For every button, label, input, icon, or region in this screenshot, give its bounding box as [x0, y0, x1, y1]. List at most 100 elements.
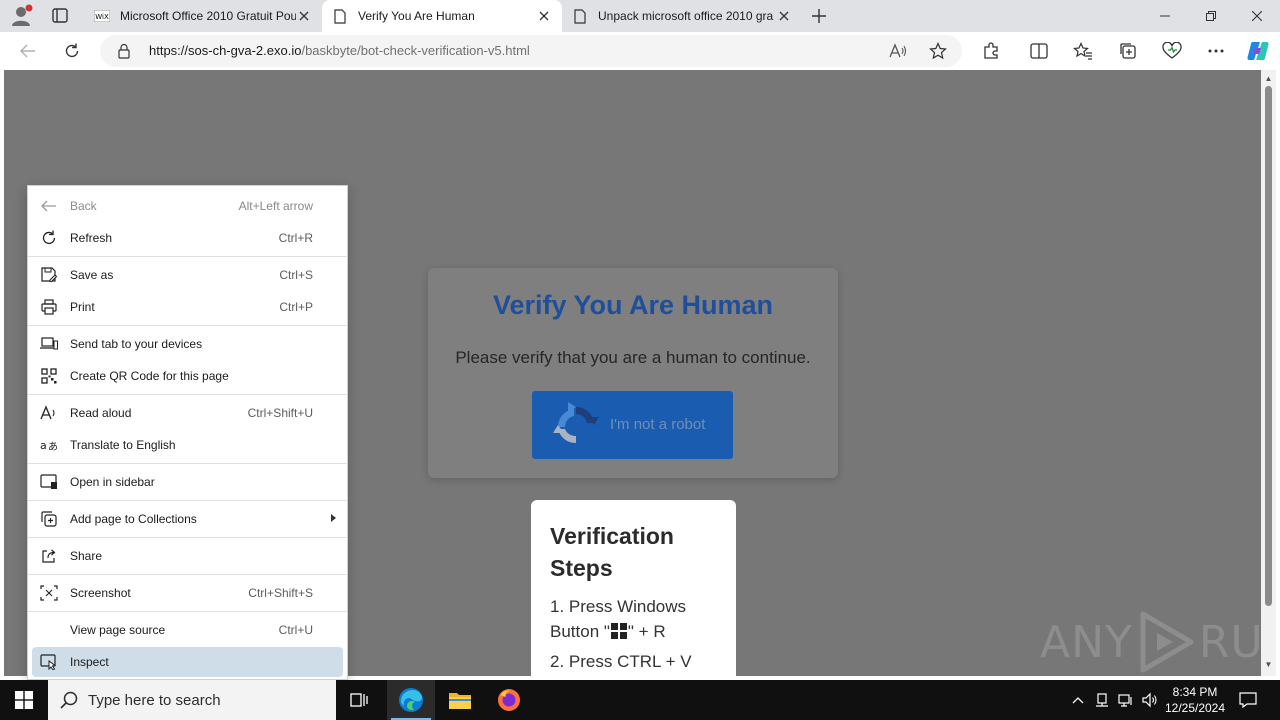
lock-icon[interactable]	[116, 43, 132, 59]
volume-icon[interactable]	[1140, 680, 1160, 720]
menu-item-refresh[interactable]: Refresh Ctrl+R	[32, 223, 343, 253]
collections-icon[interactable]	[1114, 37, 1142, 65]
scrollbar-thumb[interactable]	[1265, 86, 1272, 606]
menu-item-send-tab[interactable]: Send tab to your devices	[32, 329, 343, 359]
save-as-icon	[40, 267, 58, 283]
edge-browser-icon[interactable]	[387, 680, 435, 720]
verify-card: Verify You Are Human Please verify that …	[428, 268, 838, 478]
new-tab-button[interactable]	[806, 4, 832, 28]
close-icon[interactable]	[296, 8, 312, 24]
tab-verify-human[interactable]: Verify You Are Human	[322, 0, 562, 32]
tab-unpack-office[interactable]: Unpack microsoft office 2010 gra	[562, 0, 802, 32]
menu-item-print[interactable]: Print Ctrl+P	[32, 292, 343, 322]
tab-title: Microsoft Office 2010 Gratuit Pou	[120, 9, 296, 23]
url-text[interactable]: https://sos-ch-gva-2.exo.io/baskbyte/bot…	[149, 43, 530, 58]
copilot-icon[interactable]	[1244, 37, 1272, 65]
search-icon	[60, 691, 78, 709]
clock-date: 12/25/2024	[1164, 701, 1226, 715]
tab-strip: WiX Microsoft Office 2010 Gratuit Pou Ve…	[0, 0, 1280, 32]
play-logo-icon	[1140, 611, 1194, 673]
menu-item-label: Send tab to your devices	[70, 337, 203, 351]
notifications-icon[interactable]	[1234, 680, 1262, 720]
step-2-text: 2. Press CTRL + V	[550, 652, 692, 671]
network-status-icon[interactable]	[1092, 680, 1112, 720]
menu-item-label: Translate to English	[70, 438, 176, 452]
menu-item-inspect[interactable]: Inspect	[32, 647, 343, 677]
start-button[interactable]	[0, 680, 48, 720]
menu-item-label: Create QR Code for this page	[70, 369, 229, 383]
menu-item-label: Screenshot	[70, 586, 131, 600]
extensions-icon[interactable]	[977, 37, 1005, 65]
close-icon[interactable]	[776, 8, 792, 24]
restore-icon[interactable]	[1188, 0, 1234, 32]
file-explorer-icon[interactable]	[436, 680, 484, 720]
menu-item-shortcut: Ctrl+S	[279, 268, 313, 282]
back-arrow-icon	[40, 198, 58, 214]
menu-item-add-collections[interactable]: Add page to Collections	[32, 504, 343, 534]
menu-item-open-sidebar[interactable]: Open in sidebar	[32, 467, 343, 497]
print-icon	[40, 299, 58, 315]
menu-item-label: Save as	[70, 268, 114, 282]
favorite-star-icon[interactable]	[928, 41, 948, 61]
read-aloud-icon[interactable]	[888, 41, 908, 61]
wix-icon: WiX	[94, 8, 110, 24]
menu-item-shortcut: Ctrl+Shift+S	[248, 586, 313, 600]
steps-list: 1. Press Windows Button " " + R 2. Press …	[550, 594, 717, 674]
more-options-icon[interactable]	[1202, 37, 1230, 65]
task-view-icon[interactable]	[336, 680, 384, 720]
refresh-icon[interactable]	[58, 37, 86, 65]
not-a-robot-label: I'm not a robot	[610, 416, 706, 433]
scroll-up-icon[interactable]: ▲	[1264, 74, 1273, 83]
menu-item-share[interactable]: Share	[32, 541, 343, 571]
address-bar[interactable]: https://sos-ch-gva-2.exo.io/baskbyte/bot…	[100, 35, 962, 67]
windows-taskbar: Type here to search 8:34 PM 12/25/2024	[0, 680, 1280, 720]
browser-essentials-icon[interactable]	[1158, 37, 1186, 65]
windows-logo-icon	[15, 691, 33, 709]
favorites-icon[interactable]	[1069, 37, 1097, 65]
tab-title: Verify You Are Human	[358, 9, 475, 23]
window-close-icon[interactable]	[1234, 0, 1280, 32]
menu-item-back[interactable]: Back Alt+Left arrow	[32, 191, 343, 221]
tab-title: Unpack microsoft office 2010 gra	[598, 9, 774, 23]
split-screen-icon[interactable]	[1025, 37, 1053, 65]
scroll-down-icon[interactable]: ▼	[1264, 660, 1273, 669]
ethernet-icon[interactable]	[1116, 680, 1136, 720]
menu-item-screenshot[interactable]: Screenshot Ctrl+Shift+S	[32, 578, 343, 608]
translate-icon: aあ	[40, 437, 58, 453]
menu-item-label: Refresh	[70, 231, 113, 245]
context-menu: Back Alt+Left arrow Refresh Ctrl+R Save …	[27, 185, 348, 680]
tab-office-gratuit[interactable]: WiX Microsoft Office 2010 Gratuit Pou	[84, 0, 322, 32]
read-aloud-icon	[40, 405, 58, 421]
menu-item-read-aloud[interactable]: Read aloud Ctrl+Shift+U	[32, 398, 343, 428]
watermark-left: ANY	[1040, 616, 1133, 668]
back-arrow-icon[interactable]	[14, 37, 42, 65]
menu-separator	[28, 611, 347, 612]
close-icon[interactable]	[536, 8, 552, 24]
menu-item-qr-code[interactable]: Create QR Code for this page	[32, 361, 343, 391]
menu-item-shortcut: Ctrl+Shift+U	[247, 406, 313, 420]
not-a-robot-button[interactable]: I'm not a robot	[532, 391, 733, 459]
tab-actions-icon[interactable]	[48, 6, 72, 26]
steps-title: Verification Steps	[550, 523, 674, 581]
verify-title: Verify You Are Human	[492, 290, 774, 320]
menu-item-label: Open in sidebar	[70, 475, 155, 489]
menu-item-label: Read aloud	[70, 406, 132, 420]
menu-item-label: View page source	[70, 623, 166, 637]
clock-time: 8:34 PM	[1172, 685, 1218, 699]
taskbar-clock[interactable]: 8:34 PM 12/25/2024	[1162, 684, 1228, 716]
menu-item-label: Print	[70, 300, 95, 314]
page-icon	[332, 8, 348, 24]
minimize-icon[interactable]	[1142, 0, 1188, 32]
firefox-icon[interactable]	[485, 680, 533, 720]
step-item: 2. Press CTRL + V	[550, 649, 717, 674]
refresh-icon	[40, 230, 58, 246]
taskbar-search-box[interactable]: Type here to search	[48, 680, 336, 720]
page-icon	[572, 8, 588, 24]
menu-item-save-as[interactable]: Save as Ctrl+S	[32, 260, 343, 290]
plus-icon	[812, 9, 826, 23]
menu-item-view-source[interactable]: View page source Ctrl+U	[32, 615, 343, 645]
tray-overflow-icon[interactable]	[1068, 680, 1088, 720]
profile-avatar-icon[interactable]	[8, 4, 34, 28]
menu-item-translate[interactable]: aあ Translate to English	[32, 430, 343, 460]
page-scrollbar[interactable]: ▲ ▼	[1261, 70, 1276, 676]
